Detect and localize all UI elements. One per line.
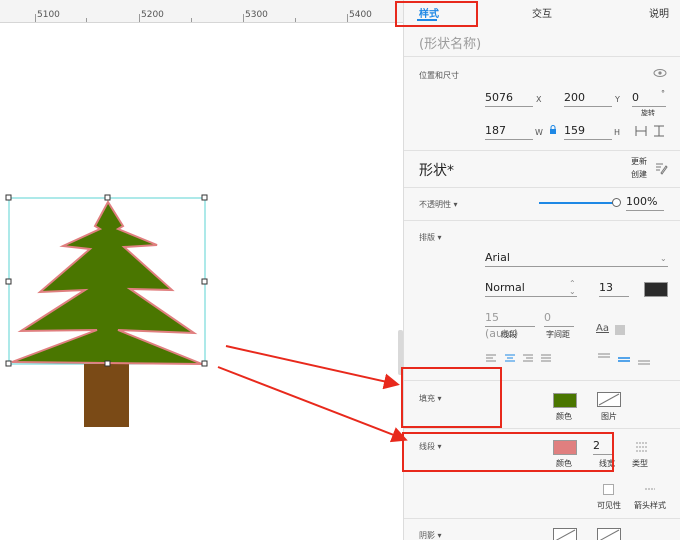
resize-handle bbox=[5, 194, 12, 201]
x-unit: X bbox=[536, 95, 542, 104]
fit-width-icon[interactable] bbox=[635, 125, 647, 137]
divider bbox=[404, 428, 680, 429]
rotation-label: 旋转 bbox=[641, 109, 655, 117]
fit-height-icon[interactable] bbox=[653, 125, 665, 137]
font-size-field[interactable]: 13 bbox=[599, 280, 629, 297]
tree-trunk bbox=[84, 364, 129, 427]
edit-style-icon[interactable] bbox=[654, 161, 668, 175]
align-bottom-icon bbox=[638, 360, 650, 365]
align-left-icon bbox=[486, 354, 496, 362]
align-center-icon bbox=[505, 354, 515, 362]
divider bbox=[404, 150, 680, 151]
y-unit: Y bbox=[615, 95, 620, 104]
shape-name-input[interactable]: (形状名称) bbox=[419, 33, 481, 52]
width-field[interactable]: 187 bbox=[485, 123, 533, 140]
text-case-button[interactable]: Aa bbox=[596, 323, 609, 334]
opacity-slider-thumb[interactable] bbox=[612, 198, 621, 207]
fill-color-label: 颜色 bbox=[556, 412, 572, 421]
shadow-label: 阴影 ▾ bbox=[419, 531, 442, 540]
outer-shadow-icon[interactable] bbox=[553, 528, 577, 540]
resize-handle bbox=[201, 360, 208, 367]
annotation-box-stroke bbox=[402, 432, 614, 472]
typography-label: 排版 ▾ bbox=[419, 233, 442, 242]
opacity-field[interactable]: 100% bbox=[626, 194, 664, 211]
arrow-style-label: 箭头样式 bbox=[634, 501, 666, 510]
annotation-box-fill bbox=[401, 367, 502, 428]
font-weight-select[interactable]: Normal bbox=[485, 280, 577, 297]
vertical-align-group[interactable] bbox=[596, 352, 652, 366]
stroke-type-label: 类型 bbox=[632, 459, 648, 468]
canvas[interactable] bbox=[0, 0, 403, 540]
visibility-label: 可见性 bbox=[597, 501, 621, 510]
degree-unit: ° bbox=[661, 89, 665, 98]
x-field[interactable]: 5076 bbox=[485, 90, 533, 107]
line-height-label: 线段 bbox=[501, 330, 517, 339]
divider bbox=[404, 518, 680, 519]
w-unit: W bbox=[535, 128, 543, 137]
resize-handle bbox=[201, 194, 208, 201]
font-family-select[interactable]: Arial bbox=[485, 250, 668, 267]
align-right-icon bbox=[523, 354, 533, 362]
text-shadow-icon[interactable] bbox=[615, 325, 625, 335]
font-color-swatch[interactable] bbox=[644, 282, 668, 297]
align-middle-icon bbox=[618, 357, 630, 362]
fill-image-label: 图片 bbox=[601, 412, 617, 421]
create-style-button[interactable]: 创建 bbox=[631, 169, 647, 180]
divider bbox=[404, 56, 680, 57]
stepper-icon: ⌃ ⌄ bbox=[569, 279, 576, 296]
opacity-label: 不透明性 ▾ bbox=[419, 200, 458, 209]
y-field[interactable]: 200 bbox=[564, 90, 612, 107]
resize-handle bbox=[104, 194, 111, 201]
lock-icon[interactable] bbox=[549, 125, 557, 135]
align-justify-icon bbox=[541, 354, 551, 362]
letter-spacing-label: 字间距 bbox=[546, 330, 570, 339]
annotation-box-style-tab bbox=[395, 1, 478, 27]
resize-handle bbox=[5, 360, 12, 367]
fill-image-icon[interactable] bbox=[597, 392, 621, 407]
line-height-field[interactable]: 15 (auto) bbox=[485, 310, 535, 340]
stroke-type-icon[interactable] bbox=[635, 441, 649, 453]
h-unit: H bbox=[614, 128, 621, 137]
visibility-checkbox[interactable] bbox=[603, 484, 614, 495]
align-top-icon bbox=[598, 353, 610, 358]
fill-color-swatch[interactable] bbox=[553, 393, 577, 408]
opacity-slider[interactable] bbox=[539, 202, 617, 204]
inner-shadow-icon[interactable] bbox=[597, 528, 621, 540]
letter-spacing-field[interactable]: 0 bbox=[544, 310, 574, 327]
resize-handle bbox=[104, 360, 111, 367]
tree-shape bbox=[11, 200, 203, 365]
arrow-style-icon[interactable] bbox=[644, 484, 656, 494]
shape-style-title: 形状* bbox=[419, 163, 454, 179]
tab-interaction[interactable]: 交互 bbox=[532, 5, 552, 20]
tab-notes[interactable]: 说明 bbox=[649, 5, 669, 20]
eye-icon[interactable] bbox=[653, 68, 667, 78]
height-field[interactable]: 159 bbox=[564, 123, 612, 140]
divider bbox=[404, 187, 680, 188]
position-size-label: 位置和尺寸 bbox=[419, 71, 459, 80]
update-style-button[interactable]: 更新 bbox=[631, 156, 647, 167]
resize-handle bbox=[201, 278, 208, 285]
chevron-down-icon: ⌄ bbox=[660, 254, 667, 263]
divider bbox=[404, 220, 680, 221]
resize-handle bbox=[5, 278, 12, 285]
text-align-group[interactable] bbox=[485, 354, 555, 364]
